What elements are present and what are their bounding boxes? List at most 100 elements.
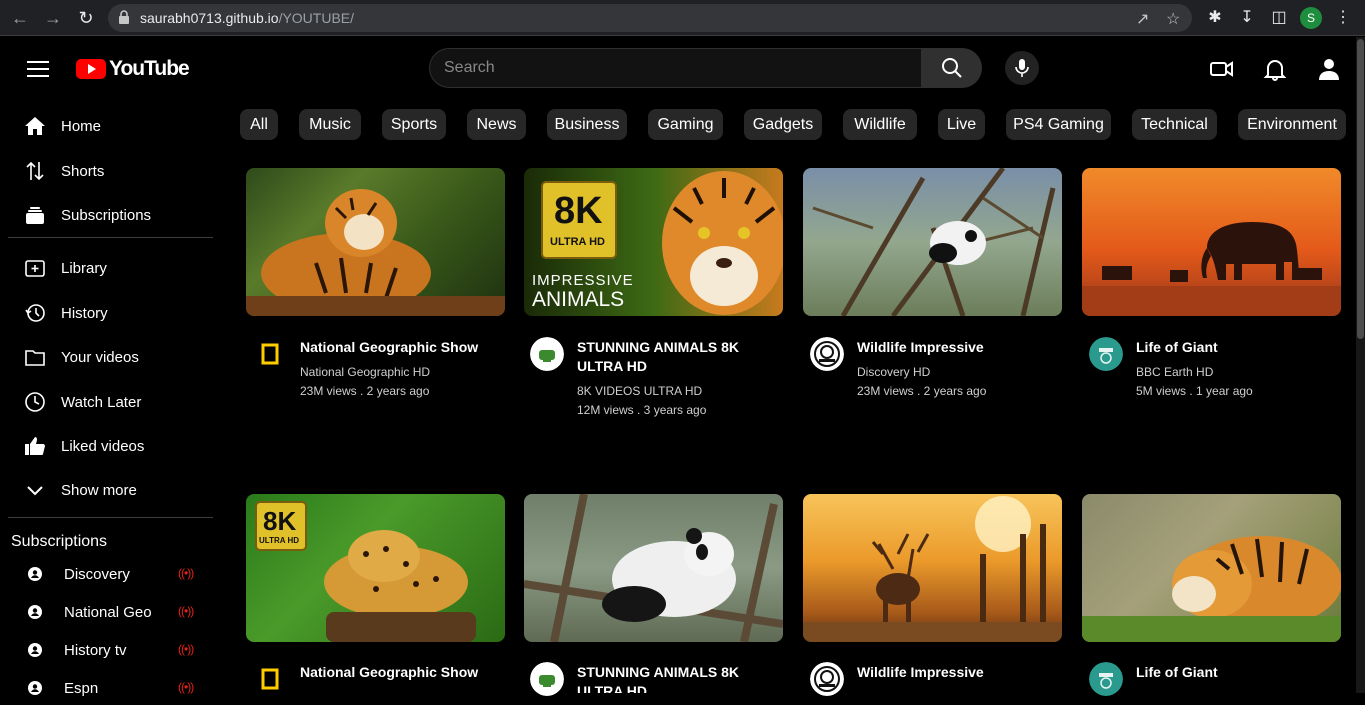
live-broadcast-icon: ((•)): [178, 604, 194, 618]
chip-business[interactable]: Business: [547, 109, 627, 140]
sidebar-item-show-more[interactable]: Show more: [0, 470, 220, 510]
video-thumbnail[interactable]: 8K ULTRA HD IMPRESSIVE ANIMALS: [524, 168, 783, 316]
bbc-earth-logo-icon[interactable]: [1089, 662, 1123, 696]
sidebar-item-label: Your videos: [61, 349, 139, 366]
video-thumbnail[interactable]: [524, 494, 783, 642]
search-input[interactable]: [444, 59, 904, 77]
create-video-icon[interactable]: [1209, 56, 1235, 82]
reload-icon[interactable]: ↻: [75, 7, 97, 29]
video-thumbnail[interactable]: [803, 494, 1062, 642]
video-title[interactable]: Wildlife Impressive: [857, 663, 1047, 682]
chip-all[interactable]: All: [240, 109, 278, 140]
account-icon[interactable]: [1316, 56, 1342, 82]
scrollbar-thumb[interactable]: [1357, 39, 1364, 339]
channel-name[interactable]: Discovery HD: [857, 363, 930, 382]
tiger-grass-image: [1082, 536, 1341, 642]
sidebar-item-label: Library: [61, 260, 107, 277]
subscription-label: National Geo: [64, 604, 152, 621]
subscription-label: Discovery: [64, 566, 130, 583]
discovery-logo-icon[interactable]: [810, 337, 844, 371]
url-text: saurabh0713.github.io/YOUTUBE/: [140, 10, 355, 26]
channel-name[interactable]: BBC Earth HD: [1136, 363, 1213, 382]
notifications-bell-icon[interactable]: [1262, 56, 1288, 82]
lock-icon: [119, 10, 129, 24]
chip-technical[interactable]: Technical: [1132, 109, 1217, 140]
your-videos-icon: [25, 350, 45, 366]
video-thumbnail[interactable]: [1082, 494, 1341, 642]
sidebar-item-shorts[interactable]: Shorts: [0, 151, 220, 191]
voice-search-button[interactable]: [1005, 51, 1039, 85]
logo-text: YouTube: [109, 57, 190, 80]
menu-dots-icon[interactable]: ⋮: [1332, 7, 1354, 29]
back-icon[interactable]: ←: [9, 7, 31, 29]
extensions-icon[interactable]: ✱: [1204, 7, 1226, 29]
bbc-earth-logo-icon[interactable]: [1089, 337, 1123, 371]
subscription-label: Espn: [64, 680, 99, 697]
chip-news[interactable]: News: [467, 109, 526, 140]
video-title[interactable]: STUNNING ANIMALS 8K ULTRA HD: [577, 663, 767, 693]
video-title[interactable]: Wildlife Impressive: [857, 338, 1047, 357]
video-title[interactable]: Life of Giant: [1136, 663, 1326, 682]
subscription-item-discovery[interactable]: Discovery ((•)): [0, 557, 220, 591]
subscription-item-espn[interactable]: Espn ((•)): [0, 671, 220, 705]
search-button[interactable]: [921, 48, 982, 88]
video-thumbnail[interactable]: [246, 168, 505, 316]
natgeo-logo-icon: [261, 343, 279, 365]
chip-live[interactable]: Live: [938, 109, 985, 140]
video-thumbnail[interactable]: 8K ULTRA HD: [246, 494, 505, 642]
address-bar[interactable]: saurabh0713.github.io/YOUTUBE/ ↗ ☆: [108, 4, 1192, 32]
history-icon: [25, 304, 45, 322]
video-title[interactable]: National Geographic Show: [300, 663, 490, 682]
sidebar-item-label: Liked videos: [61, 438, 145, 455]
natgeo-logo-icon: [261, 668, 279, 690]
sidebar-item-home[interactable]: Home: [0, 106, 220, 146]
video-title[interactable]: STUNNING ANIMALS 8K ULTRA HD: [577, 338, 767, 376]
tiger-image: [246, 189, 505, 316]
channel-avatar-icon: [28, 605, 42, 619]
channel-avatar-icon: [28, 643, 42, 657]
sidebar-item-history[interactable]: History: [0, 293, 220, 333]
forward-icon[interactable]: →: [42, 7, 64, 29]
sidebar: Home Shorts Subscriptions Library Histor…: [0, 104, 228, 697]
8k-channel-avatar-icon[interactable]: [530, 662, 564, 696]
video-thumbnail[interactable]: [1082, 168, 1341, 316]
chip-music[interactable]: Music: [299, 109, 361, 140]
video-title[interactable]: National Geographic Show: [300, 338, 490, 357]
chip-gaming[interactable]: Gaming: [648, 109, 723, 140]
panda-resting-image: [524, 494, 783, 642]
thumbnail-impressive-text: IMPRESSIVE: [532, 272, 634, 289]
subscriptions-heading: Subscriptions: [11, 533, 108, 550]
sidebar-divider: [8, 237, 213, 238]
chevron-down-icon: [27, 486, 43, 496]
video-title[interactable]: Life of Giant: [1136, 338, 1326, 357]
chip-sports[interactable]: Sports: [382, 109, 446, 140]
chip-wildlife[interactable]: Wildlife: [843, 109, 917, 140]
8k-channel-avatar-icon[interactable]: [530, 337, 564, 371]
video-stats: 12M views . 3 years ago: [577, 403, 707, 417]
sidebar-item-liked-videos[interactable]: Liked videos: [0, 426, 220, 466]
sidebar-item-subscriptions[interactable]: Subscriptions: [0, 195, 220, 235]
share-icon[interactable]: ↗: [1136, 9, 1149, 29]
sidebar-item-library[interactable]: Library: [0, 248, 220, 288]
chip-environment[interactable]: Environment: [1238, 109, 1346, 140]
subscription-item-national-geo[interactable]: National Geo ((•)): [0, 595, 220, 629]
chip-ps4-gaming[interactable]: PS4 Gaming: [1006, 109, 1111, 140]
channel-name[interactable]: 8K VIDEOS ULTRA HD: [577, 382, 702, 401]
download-icon[interactable]: ↧: [1236, 7, 1258, 29]
chip-gadgets[interactable]: Gadgets: [744, 109, 822, 140]
clock-icon: [25, 392, 45, 412]
page-scrollbar[interactable]: [1356, 37, 1365, 693]
subscription-item-history-tv[interactable]: History tv ((•)): [0, 633, 220, 667]
sidebar-item-watch-later[interactable]: Watch Later: [0, 382, 220, 422]
side-panel-icon[interactable]: ◫: [1268, 7, 1290, 29]
discovery-logo-icon[interactable]: [810, 662, 844, 696]
sidebar-divider: [8, 517, 213, 518]
thumbs-up-icon: [25, 437, 45, 455]
sidebar-item-your-videos[interactable]: Your videos: [0, 337, 220, 377]
hamburger-menu-icon[interactable]: [27, 61, 49, 77]
bookmark-star-icon[interactable]: ☆: [1166, 9, 1180, 29]
profile-avatar[interactable]: S: [1300, 7, 1322, 29]
shorts-icon: [26, 161, 44, 181]
video-thumbnail[interactable]: [803, 168, 1062, 316]
channel-name[interactable]: National Geographic HD: [300, 363, 430, 382]
